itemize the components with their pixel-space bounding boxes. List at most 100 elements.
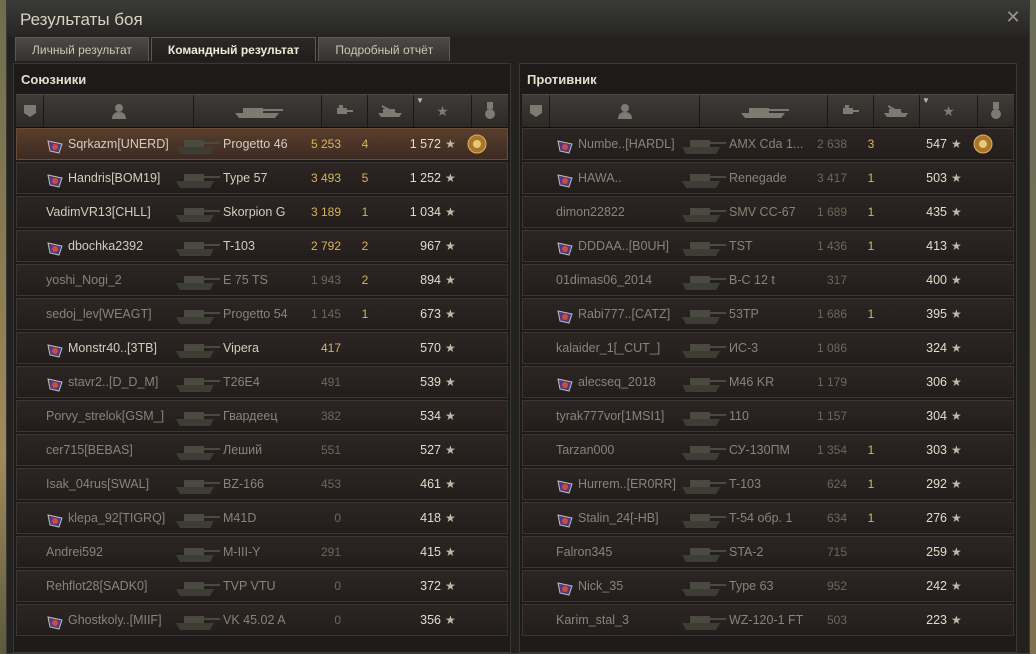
player-name: Numbe..[HARDL] — [578, 137, 675, 151]
tank-name: T-54 обр. 1 — [729, 511, 793, 525]
close-icon[interactable]: ✕ — [1005, 8, 1021, 26]
player-row[interactable]: dbochka2392 T-103 2 792 2 967 ★ — [16, 230, 508, 262]
player-name: Falron345 — [556, 545, 613, 559]
kills-value: 1 — [361, 205, 369, 219]
tank-name: AMX Cda 1... — [729, 137, 804, 151]
player-row[interactable]: cer715[BEBAS] Леший 551 527 ★ — [16, 434, 508, 466]
xp-value: 503 — [926, 171, 947, 185]
rank-column-icon[interactable] — [522, 95, 550, 127]
player-row[interactable]: tyrak777vor[1MSI1] 110 1 157 304 ★ — [522, 400, 1014, 432]
damage-value: 1 157 — [816, 409, 847, 423]
player-row[interactable]: Ghostkoly..[MIIF] VK 45.02 A 0 356 ★ — [16, 604, 508, 636]
player-row[interactable]: alecseq_2018 M46 KR 1 179 306 ★ — [522, 366, 1014, 398]
clan-emblem-icon — [556, 476, 574, 494]
clan-emblem-icon — [46, 340, 64, 358]
player-row[interactable]: klepa_92[TIGRQ] M41D 0 418 ★ — [16, 502, 508, 534]
player-row[interactable]: kalaider_1[_CUT_] ИС-3 1 086 324 ★ — [522, 332, 1014, 364]
kills-value — [347, 469, 383, 499]
tank-image-icon — [176, 412, 220, 426]
clan-emblem-icon — [46, 612, 64, 630]
xp-value: 435 — [926, 205, 947, 219]
player-row[interactable]: Rehflot28[SADK0] TVP VTU 0 372 ★ — [16, 570, 508, 602]
kills-value: 1 — [867, 205, 875, 219]
tank-name: SMV CC-67 — [729, 205, 796, 219]
xp-value: 413 — [926, 239, 947, 253]
player-row[interactable]: Nick_35 Type 63 952 242 ★ — [522, 570, 1014, 602]
tank-image-icon — [682, 242, 726, 256]
tank-image-icon — [682, 412, 726, 426]
kills-value: 1 — [867, 239, 875, 253]
vehicle-column-icon[interactable] — [700, 95, 828, 127]
player-row[interactable]: Isak_04rus[SWAL] BZ-166 453 461 ★ — [16, 468, 508, 500]
clan-emblem-icon — [46, 510, 64, 528]
tab-detailed-report[interactable]: Подробный отчёт — [318, 37, 451, 61]
damage-column-icon[interactable] — [828, 95, 874, 127]
player-row[interactable]: Karim_stal_3 WZ-120-1 FT 503 223 ★ — [522, 604, 1014, 636]
player-row[interactable]: Hurrem..[ER0RR] T-103 624 1 292 ★ — [522, 468, 1014, 500]
damage-value: 491 — [320, 375, 341, 389]
kills-column-icon[interactable] — [368, 95, 414, 127]
player-row[interactable]: Falron345 STA-2 715 259 ★ — [522, 536, 1014, 568]
xp-star-icon: ★ — [445, 443, 456, 457]
kills-value — [853, 333, 889, 363]
player-column-icon[interactable] — [550, 95, 700, 127]
player-row[interactable]: HAWA.. Renegade 3 417 1 503 ★ — [522, 162, 1014, 194]
medal-column-icon[interactable] — [978, 95, 1014, 127]
kills-value: 2 — [361, 239, 369, 253]
player-row[interactable]: Stalin_24[-HB] T-54 обр. 1 634 1 276 ★ — [522, 502, 1014, 534]
player-name-cell: Falron345 — [556, 537, 612, 567]
xp-value: 1 252 — [409, 171, 441, 185]
xp-star-icon: ★ — [445, 409, 456, 423]
tank-image-icon — [176, 378, 220, 392]
player-row[interactable]: Numbe..[HARDL] AMX Cda 1... 2 638 3 547 ★ — [522, 128, 1014, 160]
player-row[interactable]: Porvy_strelok[GSM_] Гвардеец 382 534 ★ — [16, 400, 508, 432]
player-column-icon[interactable] — [44, 95, 194, 127]
player-row[interactable]: Andrei592 M-III-Y 291 415 ★ — [16, 536, 508, 568]
player-row[interactable]: sedoj_lev[WEAGT] Progetto 54 1 145 1 673 ★ — [16, 298, 508, 330]
xp-value: 400 — [926, 273, 947, 287]
xp-column-icon[interactable]: ▼ ★ — [920, 95, 978, 127]
player-row[interactable]: Monstr40..[3TB] Vipera 417 570 ★ — [16, 332, 508, 364]
damage-value: 624 — [826, 477, 847, 491]
xp-star-icon: ★ — [951, 307, 962, 321]
damage-value: 317 — [826, 273, 847, 287]
tab-team-result[interactable]: Командный результат — [150, 37, 317, 61]
tank-name: Progetto 54 — [223, 307, 288, 321]
player-name-cell: Porvy_strelok[GSM_] — [46, 401, 164, 431]
player-row[interactable]: yoshi_Nogi_2 E 75 TS 1 943 2 894 ★ — [16, 264, 508, 296]
kills-value — [347, 401, 383, 431]
xp-value: 547 — [926, 137, 947, 151]
player-row[interactable]: dimon22822 SMV CC-67 1 689 1 435 ★ — [522, 196, 1014, 228]
tank-image-icon — [176, 208, 220, 222]
player-row[interactable]: DDDAA..[B0UH] TST 1 436 1 413 ★ — [522, 230, 1014, 262]
kills-column-icon[interactable] — [874, 95, 920, 127]
player-name: alecseq_2018 — [578, 375, 656, 389]
tank-name: M41D — [223, 511, 257, 525]
tab-personal-result[interactable]: Личный результат — [15, 37, 149, 61]
tank-image-icon — [176, 480, 220, 494]
xp-column-icon[interactable]: ▼ ★ — [414, 95, 472, 127]
xp-star-icon: ★ — [445, 341, 456, 355]
tank-image-icon — [682, 616, 726, 630]
player-row[interactable]: VadimVR13[CHLL] Skorpion G 3 189 1 1 034 ★ — [16, 196, 508, 228]
rank-column-icon[interactable] — [16, 95, 44, 127]
medal-column-icon[interactable] — [472, 95, 508, 127]
player-row[interactable]: Handris[BOM19] Type 57 3 493 5 1 252 ★ — [16, 162, 508, 194]
player-name-cell: dimon22822 — [556, 197, 625, 227]
xp-value: 304 — [926, 409, 947, 423]
player-row[interactable]: Tarzan000 СУ-130ПМ 1 354 1 303 ★ — [522, 434, 1014, 466]
tank-name: M-III-Y — [223, 545, 261, 559]
player-row[interactable]: Sqrkazm[UNERD] Progetto 46 5 253 4 1 572 ★ — [16, 128, 508, 160]
player-row[interactable]: stavr2..[D_D_M] T26E4 491 539 ★ — [16, 366, 508, 398]
xp-star-icon: ★ — [951, 443, 962, 457]
xp-value: 372 — [420, 579, 441, 593]
vehicle-column-icon[interactable] — [194, 95, 322, 127]
xp-value: 894 — [420, 273, 441, 287]
damage-value: 2 638 — [816, 137, 847, 151]
tank-name: VK 45.02 A — [223, 613, 286, 627]
kills-value: 5 — [361, 171, 369, 185]
player-row[interactable]: 01dimas06_2014 B-C 12 t 317 400 ★ — [522, 264, 1014, 296]
damage-column-icon[interactable] — [322, 95, 368, 127]
player-row[interactable]: Rabi777..[CATZ] 53TP 1 686 1 395 ★ — [522, 298, 1014, 330]
xp-star-icon: ★ — [445, 511, 456, 525]
